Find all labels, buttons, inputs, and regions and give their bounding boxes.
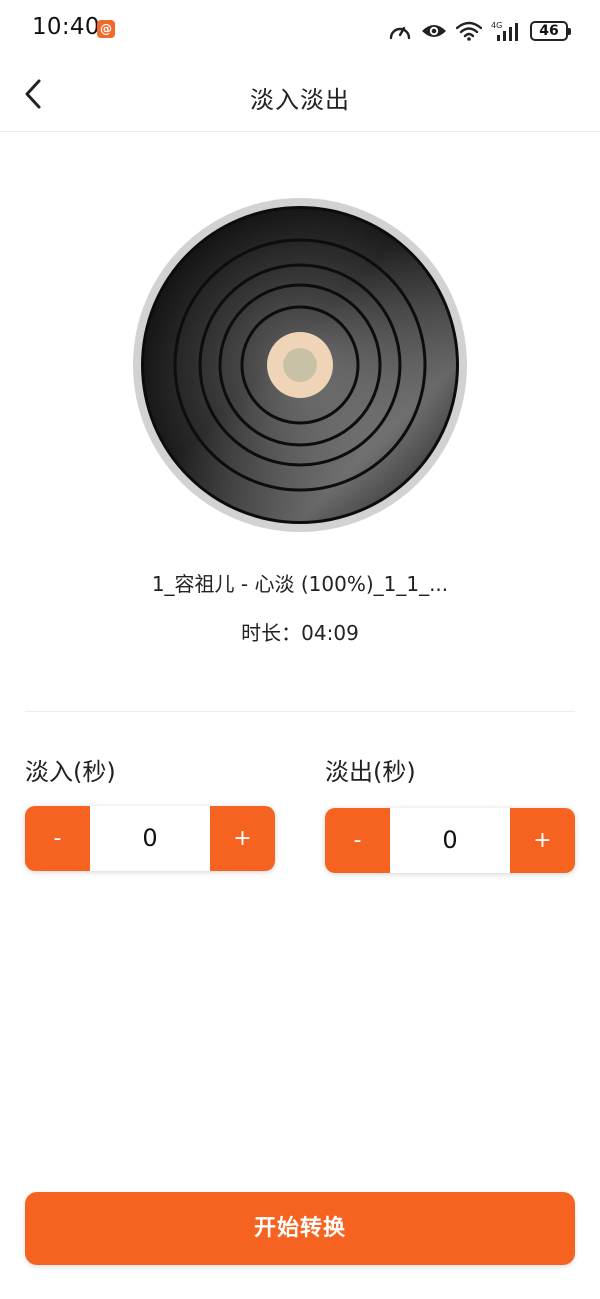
status-bar: 10:40 @ 4G 46 bbox=[0, 0, 600, 60]
header: 淡入淡出 bbox=[0, 60, 600, 132]
network-label: 4G bbox=[491, 21, 502, 30]
fade-in-stepper: - 0 + bbox=[25, 806, 275, 871]
screen: 10:40 @ 4G 46 淡入淡出 1_容祖儿 - 心淡 (100%)_1_1… bbox=[0, 0, 600, 1299]
status-icons: 4G 46 bbox=[388, 17, 571, 45]
vinyl-record-icon bbox=[133, 198, 467, 532]
track-title: 1_容祖儿 - 心淡 (100%)_1_1_... bbox=[151, 572, 449, 596]
status-time: 10:40 bbox=[32, 14, 100, 40]
eye-icon bbox=[422, 25, 446, 37]
fade-out-value[interactable]: 0 bbox=[390, 808, 510, 873]
fade-in-value[interactable]: 0 bbox=[90, 806, 210, 871]
battery-level: 46 bbox=[539, 23, 559, 39]
battery-icon: 46 bbox=[530, 21, 571, 41]
start-convert-button[interactable]: 开始转换 bbox=[25, 1192, 575, 1265]
track-duration: 时长：04:09 bbox=[241, 621, 359, 645]
wifi-icon bbox=[456, 21, 482, 41]
fade-out-plus-button[interactable]: + bbox=[510, 808, 575, 873]
fade-out-label: 淡出(秒) bbox=[325, 758, 416, 786]
fade-in-label: 淡入(秒) bbox=[25, 758, 116, 786]
fade-in-plus-button[interactable]: + bbox=[210, 806, 275, 871]
fade-in-minus-button[interactable]: - bbox=[25, 806, 90, 871]
speedometer-icon bbox=[389, 26, 411, 40]
fade-out-minus-button[interactable]: - bbox=[325, 808, 390, 873]
divider bbox=[25, 711, 575, 712]
app-notification-icon: @ bbox=[97, 20, 115, 38]
signal-4g-icon: 4G bbox=[491, 21, 518, 41]
page-title: 淡入淡出 bbox=[250, 86, 350, 114]
fade-out-stepper: - 0 + bbox=[325, 808, 575, 873]
